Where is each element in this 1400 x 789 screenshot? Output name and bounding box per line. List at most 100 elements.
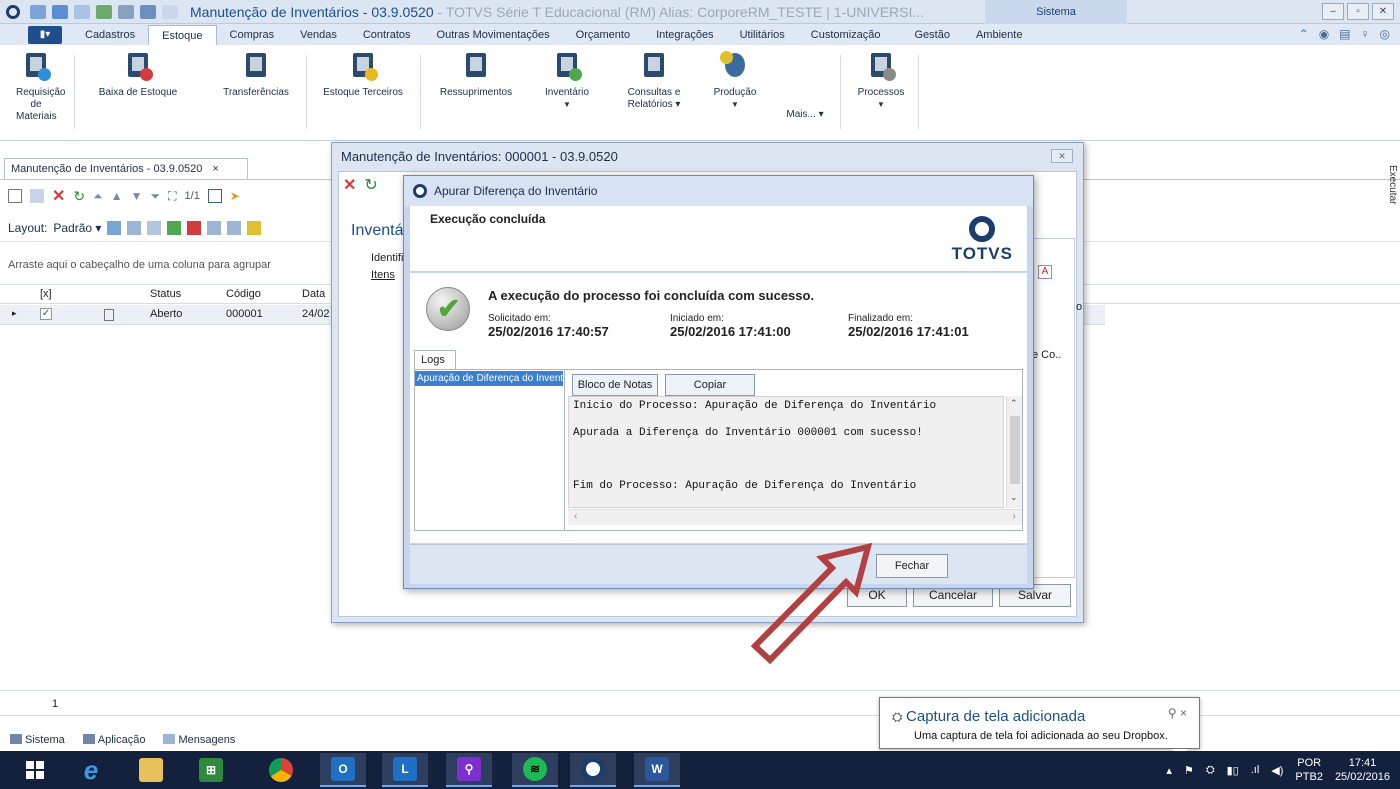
list-item[interactable]: Apuração de Diferença do Inventário <box>415 371 563 386</box>
edit-icon[interactable] <box>30 189 44 203</box>
new-icon[interactable] <box>8 189 22 203</box>
layout-tool-icon[interactable] <box>247 220 262 235</box>
taskbar-file-explorer[interactable] <box>128 753 174 787</box>
tab-orcamento[interactable]: Orçamento <box>563 25 643 45</box>
tip-icon[interactable]: ♀ <box>1361 27 1370 41</box>
next-record-icon[interactable]: ▼ <box>131 189 143 203</box>
previous-record-icon[interactable]: ▲ <box>111 189 123 203</box>
maximize-button[interactable]: ▫ <box>1347 3 1369 20</box>
copiar-button[interactable]: Copiar <box>665 374 755 396</box>
layout-icon[interactable]: ▤ <box>1339 27 1350 41</box>
taskbar-lync[interactable]: L <box>382 753 428 787</box>
tab-estoque[interactable]: Estoque <box>148 25 217 45</box>
tray-expand-icon[interactable]: ▴ <box>1166 764 1172 777</box>
tab-integracoes[interactable]: Integrações <box>643 25 726 45</box>
tab-utilitarios[interactable]: Utilitários <box>727 25 798 45</box>
scroll-right-icon[interactable]: › <box>1013 511 1016 522</box>
bloco-notas-button[interactable]: Bloco de Notas <box>572 374 658 396</box>
log-vertical-scrollbar[interactable]: ⌃ ⌄ <box>1006 396 1022 508</box>
taskbar-internet-explorer[interactable]: e <box>68 753 114 787</box>
document-tab[interactable]: Manutenção de Inventários - 03.9.0520 × <box>4 158 248 180</box>
layout-tool-icon[interactable] <box>147 220 162 235</box>
language-indicator[interactable]: POR PTB2 <box>1295 756 1323 784</box>
minimize-button[interactable]: – <box>1322 3 1344 20</box>
bottom-tab-aplicacao[interactable]: Aplicação <box>82 734 145 746</box>
ribbon-transferencias[interactable]: Transferências <box>212 51 300 99</box>
executar-side-tab[interactable]: Executar <box>1387 165 1398 204</box>
scroll-left-icon[interactable]: ‹ <box>574 511 577 522</box>
binoculars-icon[interactable]: ⛶ <box>168 189 176 204</box>
taskbar-outlook[interactable]: O <box>320 753 366 787</box>
row-checkbox[interactable]: ✓ <box>40 308 52 320</box>
ribbon-baixa-estoque[interactable]: Baixa de Estoque <box>88 51 188 99</box>
flag-icon[interactable]: ⚑ <box>1184 764 1194 777</box>
header-codigo[interactable]: Código <box>226 288 261 300</box>
ribbon-estoque-terceiros[interactable]: Estoque Terceiros <box>314 51 412 99</box>
help-icon[interactable]: ◎ <box>1380 27 1390 41</box>
scroll-up-icon[interactable]: ⌃ <box>1010 398 1018 409</box>
start-button[interactable] <box>12 753 58 787</box>
log-text-area[interactable]: Inicio do Processo: Apuração de Diferenç… <box>568 396 1004 508</box>
grid-view-icon[interactable] <box>207 189 222 203</box>
scroll-down-icon[interactable]: ⌄ <box>1010 492 1018 503</box>
app-menu-button[interactable]: ▮▾ <box>28 26 62 44</box>
tab-contratos[interactable]: Contratos <box>350 25 424 45</box>
tab-ambiente[interactable]: Ambiente <box>963 25 1035 45</box>
dropbox-notification[interactable]: ⛭ Captura de tela adicionada Uma captura… <box>879 697 1200 758</box>
quick-refresh-icon[interactable] <box>30 4 46 19</box>
clock[interactable]: 17:41 25/02/2016 <box>1335 756 1390 784</box>
quick-save-icon[interactable] <box>52 4 68 19</box>
taskbar-search-app[interactable]: ⚲ <box>446 753 492 787</box>
header-status[interactable]: Status <box>150 288 181 300</box>
header-check[interactable]: [x] <box>40 288 52 300</box>
last-record-icon[interactable]: ⏷ <box>151 189 161 204</box>
dropbox-tray-icon[interactable]: ⛭ <box>1206 764 1215 777</box>
tab-cadastros[interactable]: Cadastros <box>72 25 148 45</box>
tab-gestao[interactable]: Gestão <box>902 25 963 45</box>
ribbon-processos[interactable]: Processos ▼ <box>848 51 914 111</box>
volume-icon[interactable]: ◀) <box>1271 764 1283 777</box>
collapse-ribbon-icon[interactable]: ⌃ <box>1299 27 1309 41</box>
refresh-icon[interactable]: ↻ <box>73 188 85 205</box>
ribbon-producao[interactable]: Produção ▼ <box>704 51 766 111</box>
network-icon[interactable]: ▮▯ <box>1227 764 1239 777</box>
layout-tool-icon[interactable] <box>207 220 222 235</box>
taskbar-spotify[interactable]: ≋ <box>512 753 558 787</box>
tab-logs[interactable]: Logs <box>414 350 456 370</box>
page-number[interactable]: 1 <box>52 698 58 710</box>
pin-icon[interactable]: ⚲ <box>1168 706 1177 720</box>
ribbon-inventario[interactable]: Inventário ▼ <box>536 51 598 111</box>
tab-compras[interactable]: Compras <box>217 25 288 45</box>
quick-globe-icon[interactable] <box>140 4 156 19</box>
layout-tool-icon[interactable] <box>227 220 242 235</box>
close-window-button[interactable]: ✕ <box>1372 3 1394 20</box>
taskbar-chrome[interactable] <box>258 753 304 787</box>
font-icon[interactable]: A <box>1038 265 1052 279</box>
quick-doc-icon[interactable] <box>162 4 178 19</box>
ribbon-requisicao-materiais[interactable]: Requisição de Materiais <box>16 51 65 123</box>
outer-dialog-close-button[interactable]: ✕ <box>1051 149 1073 163</box>
taskbar-word[interactable]: W <box>634 753 680 787</box>
tab-vendas[interactable]: Vendas <box>287 25 350 45</box>
ribbon-mais[interactable]: Mais... ▾ <box>774 109 836 121</box>
notification-close-icon[interactable]: ⚲ × <box>1168 706 1187 720</box>
itens-link[interactable]: Itens <box>371 269 395 281</box>
cancel-icon[interactable]: ✕ <box>343 175 356 195</box>
process-icon[interactable]: ➤ <box>230 189 240 203</box>
bottom-tab-mensagens[interactable]: Mensagens <box>163 734 235 746</box>
taskbar-store[interactable]: ⊞ <box>188 753 234 787</box>
tab-customizacao[interactable]: Customização <box>798 25 894 45</box>
layout-tool-icon[interactable] <box>187 220 202 235</box>
fechar-button[interactable]: Fechar <box>876 554 948 578</box>
layout-select[interactable]: Padrão ▾ <box>53 221 101 235</box>
refresh-icon[interactable]: ↻ <box>364 175 377 195</box>
tab-outras-movimentacoes[interactable]: Outras Movimentações <box>424 25 563 45</box>
first-record-icon[interactable]: ⏶ <box>93 189 103 204</box>
layout-tool-icon[interactable] <box>167 220 182 235</box>
scroll-thumb[interactable] <box>1010 416 1020 484</box>
row-detail-icon[interactable] <box>104 309 114 321</box>
layout-tool-icon[interactable] <box>127 220 142 235</box>
delete-icon[interactable]: ✕ <box>52 186 65 206</box>
quick-window-icon[interactable] <box>74 4 90 19</box>
ribbon-ressuprimentos[interactable]: Ressuprimentos <box>430 51 522 99</box>
